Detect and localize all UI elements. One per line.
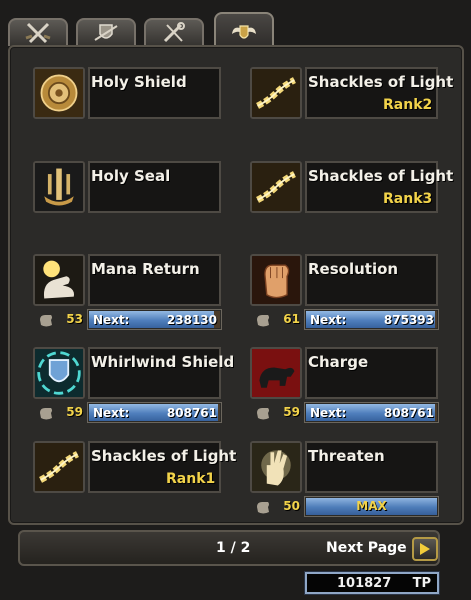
skill-rank: Rank1 xyxy=(166,471,216,487)
skill-name: Threaten xyxy=(308,447,385,465)
mana-return-icon[interactable] xyxy=(33,254,85,306)
tp-display: 101827 TP xyxy=(305,572,439,594)
fist-level-icon xyxy=(257,502,269,514)
bar-label: Next: xyxy=(93,406,130,420)
open-hand-icon[interactable] xyxy=(250,441,302,493)
bar-label: Next: xyxy=(310,406,347,420)
page-indicator: 1 / 2 xyxy=(216,540,251,556)
skill-name: Mana Return xyxy=(91,260,200,278)
bar-label: Next: xyxy=(93,313,130,327)
skill-name: Holy Seal xyxy=(91,167,171,185)
experience-bar: Next: 238130 xyxy=(88,310,221,329)
skill-name: Charge xyxy=(308,353,369,371)
fist-level-icon xyxy=(40,408,52,420)
winged-shield-icon xyxy=(232,25,256,39)
fist-icon[interactable] xyxy=(250,254,302,306)
skill-name: Whirlwind Shield xyxy=(91,353,235,371)
fist-level-icon xyxy=(257,408,269,420)
experience-bar: Next: 808761 xyxy=(88,403,221,422)
bar-value: 808761 xyxy=(383,406,434,420)
skill-level: 53 xyxy=(66,312,83,326)
holy-shield-icon[interactable] xyxy=(33,67,85,119)
skill-name: Holy Shield xyxy=(91,73,187,91)
tp-unit: TP xyxy=(412,576,431,591)
experience-bar: Next: 875393 xyxy=(305,310,438,329)
chain-icon[interactable] xyxy=(33,441,85,493)
chain-icon[interactable] xyxy=(250,161,302,213)
next-page-button[interactable] xyxy=(412,537,438,561)
tp-value: 101827 xyxy=(337,576,392,591)
bar-value: 875393 xyxy=(383,313,434,327)
next-page-label[interactable]: Next Page xyxy=(326,540,407,556)
max-label: MAX xyxy=(356,499,387,513)
tab-combat[interactable] xyxy=(8,18,68,46)
fist-level-icon xyxy=(40,315,52,327)
fist-level-icon xyxy=(257,315,269,327)
chain-icon[interactable] xyxy=(250,67,302,119)
play-arrow-icon xyxy=(420,543,430,555)
charging-bull-icon[interactable] xyxy=(250,347,302,399)
bar-label: Next: xyxy=(310,313,347,327)
shield-emblem-icon xyxy=(94,24,118,41)
skill-level: 59 xyxy=(66,405,83,419)
tab-crafting[interactable] xyxy=(144,18,204,46)
whirlwind-shield-icon[interactable] xyxy=(33,347,85,399)
skill-level: 59 xyxy=(283,405,300,419)
tab-defense[interactable] xyxy=(76,18,136,46)
skill-name: Resolution xyxy=(308,260,399,278)
skill-name: Shackles of Light xyxy=(308,167,454,185)
skill-rank: Rank2 xyxy=(383,97,433,113)
skill-rank: Rank3 xyxy=(383,191,433,207)
skill-name: Shackles of Light xyxy=(308,73,454,91)
skill-level: 61 xyxy=(283,312,300,326)
skill-name: Shackles of Light xyxy=(91,447,237,465)
bar-value: 808761 xyxy=(166,406,217,420)
experience-bar: Next: 808761 xyxy=(305,403,438,422)
experience-bar-max: MAX xyxy=(305,497,438,516)
skill-level: 50 xyxy=(283,499,300,513)
holy-seal-icon[interactable] xyxy=(33,161,85,213)
tools-icon xyxy=(163,22,185,43)
pagination-bar: 1 / 2 Next Page xyxy=(18,530,440,566)
crossed-swords-icon xyxy=(25,22,51,44)
bar-value: 238130 xyxy=(166,313,217,327)
